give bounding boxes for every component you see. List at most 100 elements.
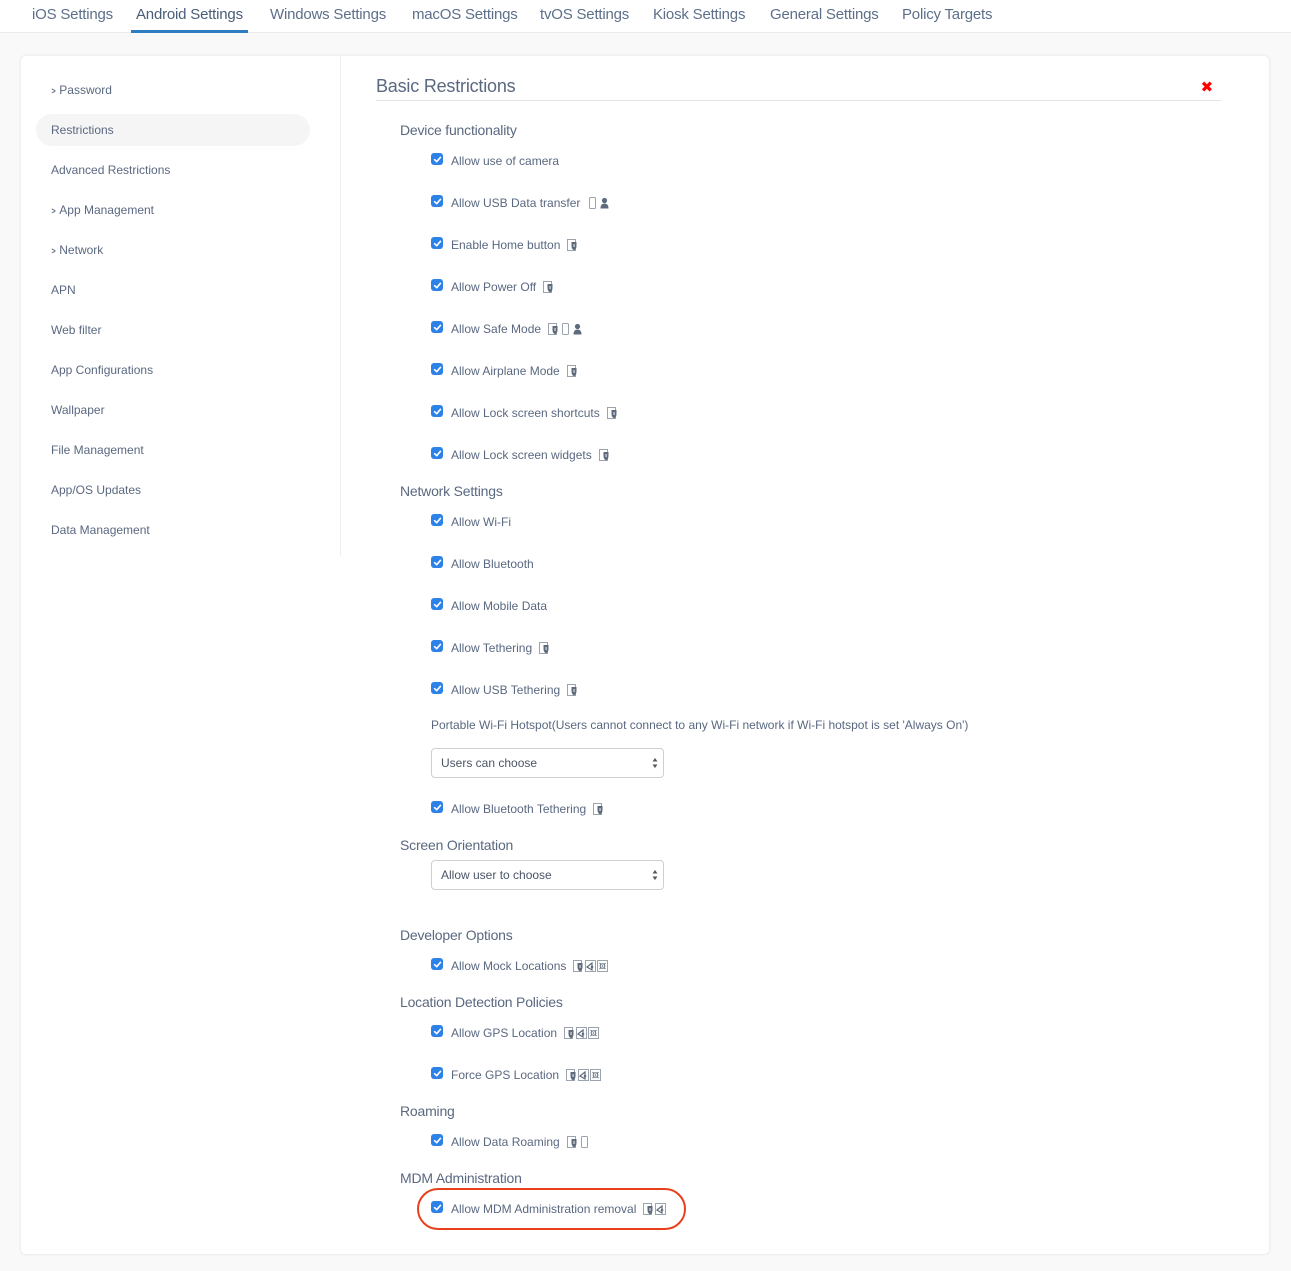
checkbox[interactable] (431, 1025, 443, 1037)
device-icon (579, 1136, 590, 1148)
restrictions-panel: Basic Restrictions ✖ Device functionalit… (376, 56, 1236, 1246)
sidebar-item-data-management[interactable]: Data Management (36, 514, 310, 546)
checkbox[interactable] (431, 237, 443, 249)
orientation-select[interactable]: Allow user to choose (431, 860, 664, 890)
sidebar-item-label: App/OS Updates (51, 483, 142, 497)
tab-policy-targets[interactable]: Policy Targets (902, 6, 993, 33)
section-network-settings: Network Settings (400, 483, 503, 499)
shield-icon (567, 684, 578, 696)
option-label: Allow Lock screen shortcuts (451, 406, 600, 420)
device-icon (560, 323, 571, 335)
top-tab-bar: iOS Settings Android Settings Windows Se… (0, 0, 1291, 33)
checkbox[interactable] (431, 195, 443, 207)
platform-icons (593, 803, 604, 815)
platform-icons (567, 239, 578, 251)
settings-icon (590, 1069, 602, 1081)
checkbox[interactable] (431, 598, 443, 610)
shield-icon (593, 803, 604, 815)
option-force-gps-location: Force GPS Location (431, 1066, 602, 1084)
option-label: Allow GPS Location (451, 1026, 558, 1040)
section-developer-options: Developer Options (400, 927, 513, 943)
shield-icon (566, 1136, 578, 1148)
sidebar-item-app-management[interactable]: > App Management (36, 194, 310, 226)
option-home-button: Enable Home button (431, 236, 578, 254)
sidebar-item-restrictions[interactable]: Restrictions (36, 114, 310, 146)
sidebar-item-label: APN (51, 283, 76, 297)
option-label: Enable Home button (451, 238, 561, 252)
checkbox[interactable] (431, 153, 443, 165)
sidebar-item-label: Data Management (51, 523, 150, 537)
shield-icon (598, 449, 610, 461)
checkbox[interactable] (431, 682, 443, 694)
sidebar-item-advanced-restrictions[interactable]: Advanced Restrictions (36, 154, 310, 186)
checkbox[interactable] (431, 405, 443, 417)
sidebar-item-label: Advanced Restrictions (51, 163, 171, 177)
option-label: Allow Power Off (451, 280, 537, 294)
tab-macos-settings[interactable]: macOS Settings (412, 6, 518, 33)
option-mock-locations: Allow Mock Locations (431, 957, 609, 975)
checkbox[interactable] (431, 640, 443, 652)
checkbox[interactable] (431, 447, 443, 459)
checkbox[interactable] (431, 958, 443, 970)
option-gps-location: Allow GPS Location (431, 1024, 600, 1042)
tab-kiosk-settings[interactable]: Kiosk Settings (653, 6, 745, 33)
checkbox[interactable] (431, 556, 443, 568)
checkbox[interactable] (431, 1134, 443, 1146)
shield-icon (606, 407, 618, 419)
option-tethering: Allow Tethering (431, 639, 550, 657)
platform-icons (643, 1203, 667, 1215)
tab-ios-settings[interactable]: iOS Settings (32, 6, 113, 33)
tab-tvos-settings[interactable]: tvOS Settings (540, 6, 629, 33)
option-label: Allow Airplane Mode (451, 364, 560, 378)
sidebar-item-label: App Configurations (51, 363, 154, 377)
page-title: Basic Restrictions ✖ (376, 76, 1221, 101)
select-arrows-icon (652, 758, 658, 768)
shield-icon (539, 642, 550, 654)
option-label: Allow USB Data transfer (451, 196, 581, 210)
checkbox[interactable] (431, 363, 443, 375)
sidebar-item-network[interactable]: > Network (36, 234, 310, 266)
user-icon (572, 323, 583, 335)
shield-icon (548, 323, 559, 335)
option-label: Allow Bluetooth (451, 557, 534, 571)
platform-icons (566, 1069, 602, 1081)
checkbox[interactable] (431, 801, 443, 813)
checkbox[interactable] (431, 514, 443, 526)
close-icon[interactable]: ✖ (1201, 80, 1214, 95)
option-label: Allow MDM Administration removal (451, 1202, 637, 1216)
option-label: Allow Mock Locations (451, 959, 567, 973)
sidebar-item-wallpaper[interactable]: Wallpaper (36, 394, 310, 426)
settings-icon (588, 1027, 600, 1039)
checkbox[interactable] (431, 1067, 443, 1079)
sidebar-item-apn[interactable]: APN (36, 274, 310, 306)
checkbox[interactable] (431, 321, 443, 333)
shield-icon (566, 365, 578, 377)
option-bluetooth: Allow Bluetooth (431, 555, 534, 573)
sidebar-item-app-os-updates[interactable]: App/OS Updates (36, 474, 310, 506)
sidebar-item-password[interactable]: > Password (36, 74, 310, 106)
section-device-functionality: Device functionality (400, 122, 517, 138)
checkbox[interactable] (431, 1201, 443, 1213)
device-icon (587, 197, 598, 209)
sidebar-item-label: Web filter (51, 323, 102, 337)
section-mdm-administration: MDM Administration (400, 1170, 522, 1186)
section-roaming: Roaming (400, 1103, 455, 1119)
sidebar-item-web-filter[interactable]: Web filter (36, 314, 310, 346)
chevron-right-icon: > (51, 86, 56, 96)
option-label: Allow Wi-Fi (451, 515, 511, 529)
tab-windows-settings[interactable]: Windows Settings (270, 6, 386, 33)
sidebar-item-file-management[interactable]: File Management (36, 434, 310, 466)
option-label: Allow Data Roaming (451, 1135, 560, 1149)
sidebar-item-label: App Management (59, 203, 154, 217)
platform-icons (606, 407, 618, 419)
checkbox[interactable] (431, 279, 443, 291)
shield-icon (643, 1203, 654, 1215)
hotspot-select[interactable]: Users can choose (431, 748, 664, 778)
option-airplane-mode: Allow Airplane Mode (431, 362, 578, 380)
sidebar-item-app-configurations[interactable]: App Configurations (36, 354, 310, 386)
tab-general-settings[interactable]: General Settings (770, 6, 879, 33)
tab-android-settings[interactable]: Android Settings (131, 6, 248, 33)
platform-icons (566, 365, 578, 377)
platform-icons (543, 281, 554, 293)
option-wifi: Allow Wi-Fi (431, 513, 511, 531)
